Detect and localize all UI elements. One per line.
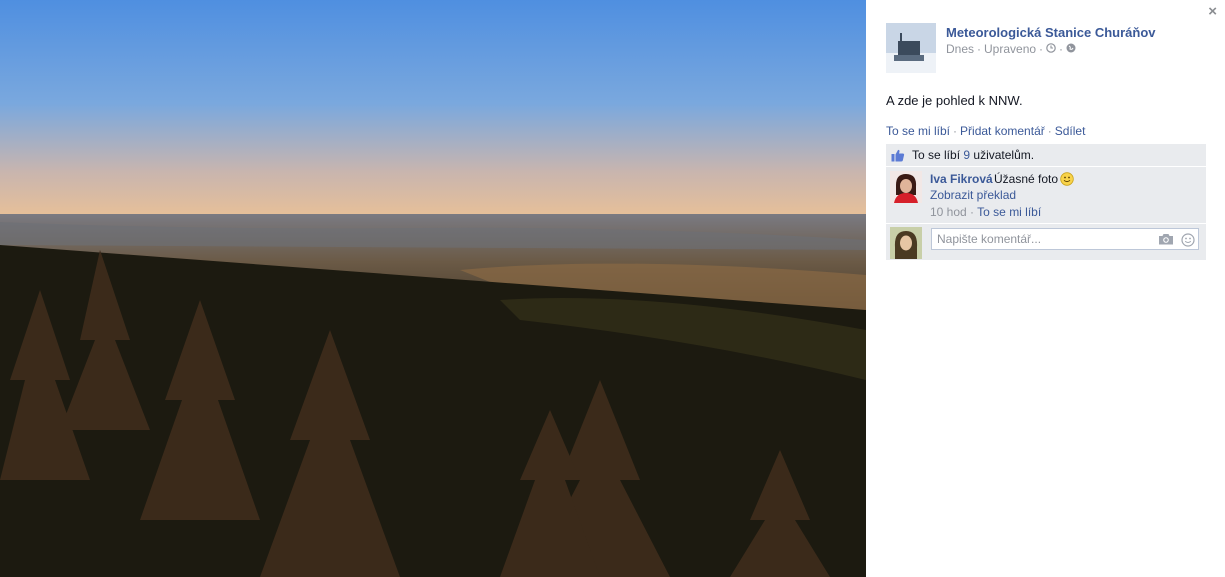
clock-icon xyxy=(1046,42,1056,56)
meta-separator: · xyxy=(1039,42,1044,56)
commenter-avatar[interactable] xyxy=(890,171,922,203)
meta-separator: · xyxy=(1059,42,1064,56)
likes-suffix: uživatelům. xyxy=(973,148,1035,162)
comment-time[interactable]: 10 hod xyxy=(930,205,967,219)
page-name-link[interactable]: Meteorologická Stanice Churáňov xyxy=(946,25,1156,40)
meta-separator: · xyxy=(977,42,982,56)
share-link[interactable]: Sdílet xyxy=(1055,124,1086,138)
translate-link[interactable]: Zobrazit překlad xyxy=(930,188,1016,202)
comment-author-link[interactable]: Iva Fikrová xyxy=(930,172,993,186)
action-separator: · xyxy=(1047,124,1052,138)
reply-row xyxy=(886,223,1206,260)
edited-link[interactable]: Upraveno xyxy=(984,42,1036,56)
photo-image xyxy=(0,0,866,577)
comment-item: Iva Fikrová Úžasné foto Zobrazit překlad… xyxy=(886,167,1206,223)
current-user-avatar xyxy=(890,227,922,259)
action-separator: · xyxy=(953,124,958,138)
camera-icon[interactable] xyxy=(1158,233,1174,248)
comment-link[interactable]: Přidat komentář xyxy=(960,124,1045,138)
thumbs-up-icon xyxy=(891,149,905,162)
likes-prefix: To se líbí xyxy=(912,148,961,162)
post-panel: × Meteorologická Stanice Churáňov Dnes ·… xyxy=(866,0,1225,577)
comment-text: Úžasné foto xyxy=(994,172,1074,189)
post-date[interactable]: Dnes xyxy=(946,42,974,56)
comment-meta: 10 hod · To se mi líbí xyxy=(930,205,1041,219)
comment-like-link[interactable]: To se mi líbí xyxy=(977,205,1041,219)
feedback-box: To se líbí 9 uživatelům. Iva Fikrová Úža… xyxy=(886,144,1206,260)
smiley-icon xyxy=(1060,172,1074,189)
globe-icon[interactable] xyxy=(1066,42,1076,56)
post-text: A zde je pohled k NNW. xyxy=(886,93,1023,108)
landscape-photo[interactable] xyxy=(0,0,866,577)
likes-summary: To se líbí 9 uživatelům. xyxy=(886,144,1206,167)
likes-count-link[interactable]: 9 xyxy=(963,148,970,162)
post-actions: To se mi líbí · Přidat komentář · Sdílet xyxy=(886,124,1085,138)
page-avatar[interactable] xyxy=(886,23,936,73)
post-meta: Dnes · Upraveno · · xyxy=(946,42,1076,56)
comment-meta-separator: · xyxy=(970,205,975,219)
comment-body: Úžasné foto xyxy=(994,172,1059,186)
like-link[interactable]: To se mi líbí xyxy=(886,124,950,138)
emoji-icon[interactable] xyxy=(1181,233,1195,250)
close-button[interactable]: × xyxy=(1208,4,1217,20)
